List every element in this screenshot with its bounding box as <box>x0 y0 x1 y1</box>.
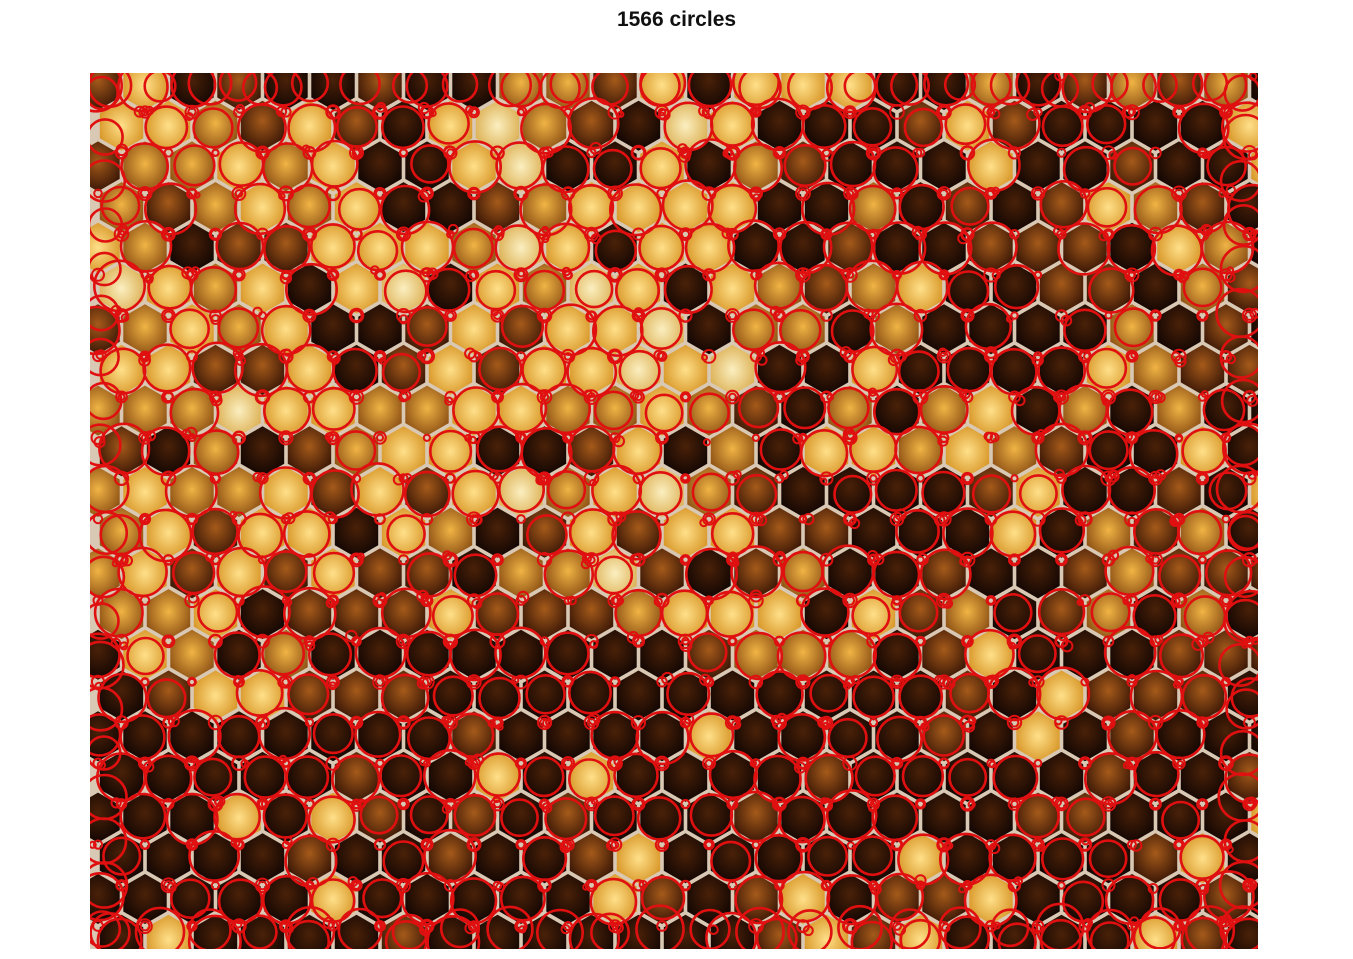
honeycomb-image-with-detected-circles <box>90 73 1258 949</box>
figure-title: 1566 circles <box>616 8 737 31</box>
